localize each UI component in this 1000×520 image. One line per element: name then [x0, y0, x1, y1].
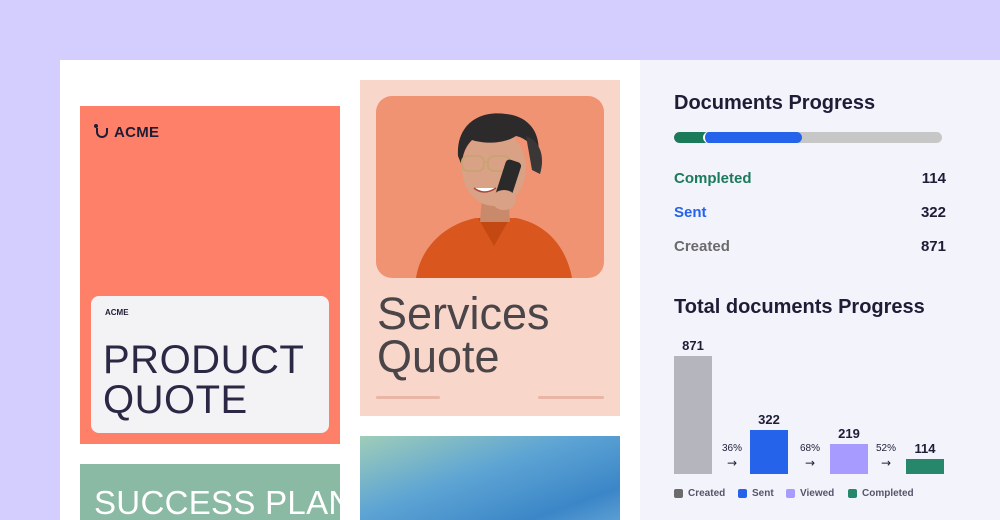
services-quote-template-card[interactable]: Services Quote	[360, 80, 620, 416]
legend-label-created: Created	[688, 488, 726, 499]
services-title-line2: Quote	[377, 331, 500, 382]
progress-value-completed: 114	[921, 170, 946, 187]
documents-progress-title: Documents Progress	[674, 92, 876, 114]
success-plan-title: SUCCESS PLAN	[94, 484, 353, 520]
bar-completed	[906, 459, 944, 474]
footer-rule-left	[376, 396, 440, 399]
bar-created	[674, 356, 712, 474]
bar-value-label-sent: 322	[758, 412, 780, 427]
arrow-right-icon: →	[880, 456, 892, 470]
arrow-right-icon: →	[804, 456, 816, 470]
progress-value-created: 871	[920, 238, 946, 255]
legend-label-completed: Completed	[862, 488, 914, 499]
legend-completed: Completed	[848, 488, 914, 499]
total-progress-title: Total documents Progress	[674, 296, 925, 318]
product-quote-title: PRODUCT QUOTE	[103, 340, 304, 420]
progress-value-sent: 322	[920, 204, 946, 221]
inner-brand: ACME	[105, 308, 129, 317]
bar-viewed	[830, 444, 868, 474]
bar-value-label-created: 871	[682, 338, 704, 353]
person-illustration	[416, 113, 572, 278]
legend-swatch-sent	[738, 489, 747, 498]
product-quote-template-card[interactable]: ACME ACME PRODUCT QUOTE	[80, 106, 340, 444]
acme-logo-icon	[94, 123, 108, 138]
acme-logo-text: ACME	[114, 124, 160, 141]
progress-segment-sent	[703, 132, 802, 143]
conversion-rate-3: 52%	[875, 443, 896, 454]
progress-row-completed: Completed 114	[674, 170, 946, 187]
legend-sent: Sent	[738, 488, 774, 499]
progress-row-created: Created 871	[674, 238, 946, 255]
services-title-line1: Services	[377, 288, 550, 339]
acme-logo: ACME	[94, 123, 160, 141]
bar-sent	[750, 430, 788, 474]
product-title-line1: PRODUCT	[103, 338, 305, 382]
progress-label-sent: Sent	[674, 204, 707, 221]
legend-swatch-created	[674, 489, 683, 498]
conversion-rate-1: 36%	[721, 443, 742, 454]
main-frame: ACME ACME PRODUCT QUOTE SUCCESS PLAN Ser…	[60, 60, 1000, 520]
legend-swatch-completed	[848, 489, 857, 498]
person-on-phone-photo	[376, 96, 604, 278]
legend-label-viewed: Viewed	[800, 488, 835, 499]
services-quote-title: Services Quote	[377, 288, 550, 382]
legend-swatch-viewed	[786, 489, 795, 498]
legend-created: Created	[674, 488, 725, 499]
footer-rule-right	[538, 396, 604, 399]
legend-label-sent: Sent	[752, 488, 774, 499]
arrow-right-icon: →	[726, 456, 738, 470]
blue-template-card[interactable]	[360, 436, 620, 520]
legend-viewed: Viewed	[786, 488, 834, 499]
success-plan-template-card[interactable]: SUCCESS PLAN	[80, 464, 352, 520]
progress-label-completed: Completed	[674, 170, 752, 187]
progress-row-sent: Sent 322	[674, 204, 946, 221]
progress-label-created: Created	[674, 238, 730, 255]
documents-progress-bar	[674, 132, 942, 143]
product-title-line2: QUOTE	[103, 378, 248, 422]
bar-value-label-viewed: 219	[838, 426, 860, 441]
bar-value-label-completed: 114	[914, 441, 936, 456]
conversion-rate-2: 68%	[799, 443, 820, 454]
stats-panel: Documents Progress Completed 114 Sent 32…	[640, 60, 1000, 520]
product-quote-cover: ACME PRODUCT QUOTE	[91, 296, 329, 433]
